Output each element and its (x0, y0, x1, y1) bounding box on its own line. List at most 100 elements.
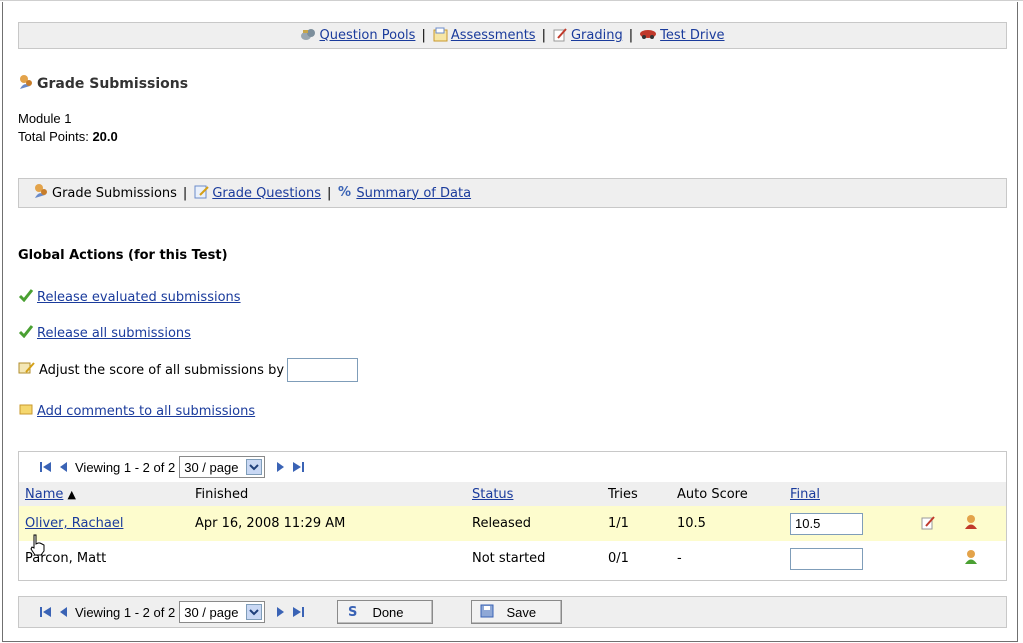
adjust-score-icon (18, 360, 36, 380)
row-user-cell (952, 549, 992, 569)
sort-by-status-link[interactable]: Status (472, 487, 513, 502)
release-all-link[interactable]: Release all submissions (37, 326, 191, 341)
sort-ascending-icon: ▲ (67, 487, 76, 501)
sort-by-name-link[interactable]: Name (25, 487, 63, 502)
release-evaluated-row: Release evaluated submissions (18, 288, 241, 306)
viewing-range: Viewing 1 - 2 of 2 (75, 604, 176, 620)
hand-cursor-icon (28, 533, 48, 561)
nav-separator: | (628, 28, 634, 43)
save-button[interactable]: Save (471, 600, 563, 624)
save-icon (480, 604, 494, 621)
bottom-pager: Viewing 1 - 2 of 2 30 / page S Done Save (19, 597, 1006, 627)
add-comments-link[interactable]: Add comments to all submissions (37, 404, 255, 419)
header-finished: Finished (195, 486, 249, 502)
row-name-cell: Oliver, Rachael (19, 516, 195, 531)
nav-grading-link[interactable]: Grading (571, 28, 623, 43)
done-icon: S (346, 604, 360, 621)
svg-text:S: S (348, 605, 357, 618)
table-row: Oliver, Rachael Apr 16, 2008 11:29 AM Re… (19, 506, 1006, 541)
adjust-score-input[interactable] (287, 358, 359, 382)
header-final[interactable]: Final (790, 487, 904, 502)
first-page-icon[interactable] (39, 460, 53, 474)
nav-separator: | (541, 28, 546, 43)
last-page-icon[interactable] (291, 605, 305, 619)
top-pager: Viewing 1 - 2 of 2 30 / page (19, 452, 1006, 482)
per-page-value: 30 / page (184, 604, 239, 620)
row-status: Not started (472, 551, 546, 566)
sub-nav-grade-questions-link[interactable]: Grade Questions (212, 186, 321, 201)
release-evaluated-link[interactable]: Release evaluated submissions (37, 290, 241, 305)
done-button[interactable]: S Done (337, 600, 434, 624)
total-points: Total Points: 20.0 (18, 129, 118, 144)
checkmark-icon (18, 324, 34, 342)
done-label: Done (372, 604, 404, 620)
per-page-select[interactable]: 30 / page (179, 456, 266, 478)
table-row: Parcon, Matt Not started 0/1 - (19, 541, 1006, 576)
user-remove-icon[interactable] (964, 514, 980, 534)
grade-questions-icon (193, 183, 210, 203)
page-title: Grade Submissions (18, 74, 188, 94)
submissions-table: Viewing 1 - 2 of 2 30 / page Name ▲ Fini… (18, 451, 1007, 581)
bottom-toolbar: Viewing 1 - 2 of 2 30 / page S Done Save (18, 596, 1007, 628)
user-add-icon[interactable] (964, 549, 980, 569)
prev-page-icon[interactable] (57, 460, 71, 474)
comment-icon (18, 402, 34, 420)
nav-test-drive-link[interactable]: Test Drive (660, 28, 724, 43)
row-finished: Apr 16, 2008 11:29 AM (195, 516, 346, 531)
table-header-row: Name ▲ Finished Status Tries Auto Score … (19, 482, 1006, 506)
top-nav-bar: Question Pools | Assessments | Grading |… (18, 22, 1007, 49)
header-name[interactable]: Name ▲ (19, 487, 195, 502)
summary-of-data-icon: % (337, 183, 353, 203)
total-points-value: 20.0 (92, 129, 118, 144)
student-name-link[interactable]: Oliver, Rachael (25, 516, 123, 531)
sub-nav-bar: Grade Submissions | Grade Questions | % … (18, 178, 1007, 208)
row-tries: 1/1 (608, 516, 629, 531)
global-actions-heading: Global Actions (for this Test) (18, 248, 228, 263)
sort-by-final-link[interactable]: Final (790, 487, 820, 502)
header-auto-score: Auto Score (677, 486, 748, 502)
module-name: Module 1 (18, 111, 72, 126)
checkmark-icon (18, 288, 34, 306)
sub-nav-grade-submissions: Grade Submissions (52, 185, 177, 201)
per-page-select[interactable]: 30 / page (179, 601, 266, 623)
nav-question-pools-link[interactable]: Question Pools (319, 28, 415, 43)
question-pools-icon (300, 27, 316, 45)
add-comments-row: Add comments to all submissions (18, 402, 255, 420)
final-score-input[interactable] (790, 547, 863, 570)
assessments-icon (432, 26, 448, 46)
adjust-score-label: Adjust the score of all submissions by (39, 362, 285, 378)
release-all-row: Release all submissions (18, 324, 191, 342)
chevron-down-icon[interactable] (246, 604, 263, 620)
nav-separator: | (421, 28, 426, 43)
adjust-score-row: Adjust the score of all submissions by (18, 358, 359, 382)
nav-assessments-link[interactable]: Assessments (451, 28, 536, 43)
row-status: Released (472, 516, 532, 531)
grade-submissions-icon (18, 74, 34, 94)
row-grade-cell (904, 514, 952, 534)
chevron-down-icon[interactable] (246, 459, 263, 475)
first-page-icon[interactable] (39, 605, 53, 619)
row-final-cell (790, 512, 904, 535)
next-page-icon[interactable] (273, 605, 287, 619)
page-title-text: Grade Submissions (37, 76, 189, 92)
header-tries: Tries (608, 486, 638, 502)
row-final-cell (790, 547, 904, 570)
viewing-range: Viewing 1 - 2 of 2 (75, 459, 176, 475)
next-page-icon[interactable] (273, 460, 287, 474)
row-user-cell (952, 514, 992, 534)
grading-icon (552, 26, 568, 46)
total-points-label: Total Points: (18, 129, 89, 144)
test-drive-icon (639, 28, 657, 44)
row-tries: 0/1 (608, 551, 629, 566)
sub-nav-separator: | (327, 185, 332, 201)
sub-nav-separator: | (182, 185, 188, 201)
per-page-value: 30 / page (184, 459, 239, 475)
last-page-icon[interactable] (291, 460, 305, 474)
prev-page-icon[interactable] (57, 605, 71, 619)
grade-submission-icon[interactable] (920, 515, 936, 534)
save-label: Save (506, 604, 537, 620)
sub-nav-summary-of-data-link[interactable]: Summary of Data (356, 186, 471, 201)
header-status[interactable]: Status (472, 487, 608, 502)
final-score-input[interactable] (790, 512, 863, 535)
row-auto-score: - (677, 551, 682, 566)
